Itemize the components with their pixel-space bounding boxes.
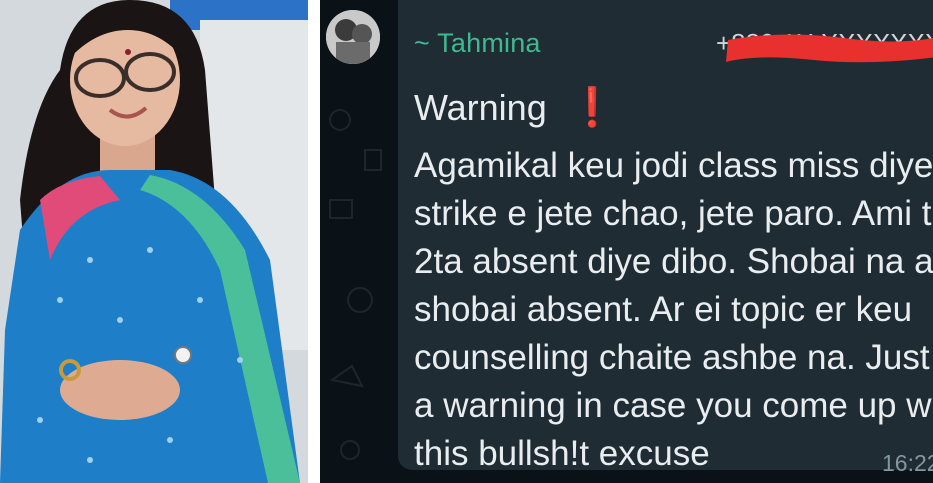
message-line: a warning in case you come up with xyxy=(414,386,933,425)
message-text: Agamikal keu jodi class miss diye strike… xyxy=(414,142,933,478)
message-timestamp: 16:22 xyxy=(882,450,933,476)
warning-heading: Warning ❗ xyxy=(414,86,616,130)
message-line: counselling chaite ashbe na. Just xyxy=(414,338,930,377)
message-line: strike e jete chao, jete paro. Ami take xyxy=(414,194,933,233)
warning-title: Warning xyxy=(414,87,547,128)
phone-redaction-scribble xyxy=(726,34,933,63)
portrait-photo xyxy=(0,0,308,483)
sender-name[interactable]: ~ Tahmina xyxy=(414,28,541,59)
message-line: 2ta absent diye dibo. Shobai na ashle xyxy=(414,242,933,281)
panel-divider xyxy=(308,0,320,483)
avatar-icon xyxy=(326,10,380,64)
exclamation-icon: ❗ xyxy=(568,87,617,129)
message-line: this bullsh!t excuse xyxy=(414,434,710,473)
message-bubble[interactable]: ~ Tahmina +880 1X XXXXXXX29 Warning ❗ Ag… xyxy=(398,0,933,476)
message-line: shobai absent. Ar ei topic er keu xyxy=(414,290,913,329)
sender-avatar[interactable] xyxy=(326,10,380,64)
chat-screen: ~ Tahmina +880 1X XXXXXXX29 Warning ❗ Ag… xyxy=(320,0,933,483)
portrait-illustration xyxy=(0,0,308,483)
message-line: Agamikal keu jodi class miss diye xyxy=(414,146,933,185)
